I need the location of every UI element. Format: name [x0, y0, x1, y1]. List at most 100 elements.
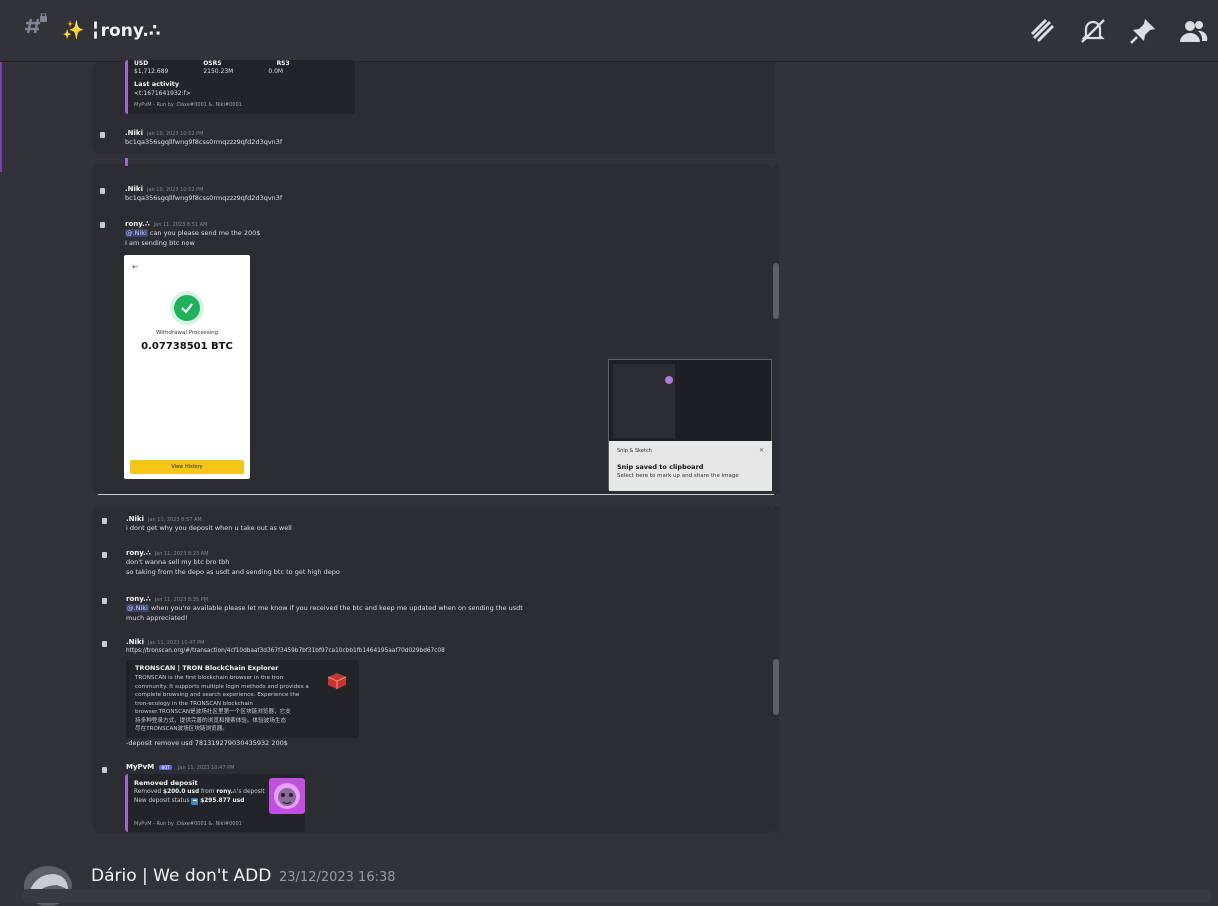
message-text: much appreciated!: [126, 614, 188, 622]
message-text: bc1qa356sgqllfwng9f8css0rmqzzz9qfd2d3qvn…: [125, 194, 283, 202]
snip-toast[interactable]: Snip & Sketch ✕ Snip saved to clipboard …: [609, 441, 772, 491]
message-input-bar[interactable]: [22, 889, 1212, 903]
back-arrow-icon: ←: [132, 263, 138, 271]
message-text: @.Niki when you're available please let …: [126, 604, 523, 612]
scrollbar-thumb[interactable]: [773, 263, 779, 319]
embed-desc-line: tron-ecology in the TRONSCAN blockchain: [135, 700, 253, 707]
bot-thumbnail-icon: [269, 778, 305, 814]
message: rony.∴ Jan 11, 2023 8:35 PM @.Niki when y…: [126, 595, 523, 623]
last-activity-value: <t:1671641932:f>: [134, 90, 191, 97]
stat-label-rs3: RS3: [276, 60, 290, 67]
snip-thumbnail: [613, 364, 675, 438]
snip-subtitle: Select here to mark up and share the ima…: [617, 473, 739, 479]
embed-desc-line: TRONSCAN is the first blockchain browser…: [135, 675, 284, 681]
stat-value-osrs: 2150.23M: [203, 68, 234, 75]
embed-edge: [125, 158, 355, 166]
message-text: i dont get why you deposit when u take o…: [126, 524, 292, 532]
threads-icon[interactable]: [1028, 16, 1058, 46]
embed-desc-line: 持多种登录方式，提供完善的浏览和搜索体验。体验波场生态: [135, 717, 287, 724]
author-name[interactable]: rony.∴: [126, 549, 151, 557]
embed-footer: MyPvM - Run by :Dáxe#0001 &. Niki#0001: [134, 821, 242, 827]
message: MyPvM BOT Jan 11, 2023 10:47 PM: [126, 763, 234, 771]
link-embed: TRONSCAN | TRON BlockChain Explorer TRON…: [126, 660, 359, 738]
tronscan-link[interactable]: https://tronscan.org/#/transaction/4cf10…: [126, 646, 445, 656]
embed-title[interactable]: TRONSCAN | TRON BlockChain Explorer: [135, 664, 278, 672]
user-mention[interactable]: @.Niki: [125, 229, 148, 237]
scrollbar-thumb[interactable]: [773, 659, 779, 715]
message: .Niki Jan 10, 2023 10:52 PM bc1qa356sgqll…: [125, 185, 282, 203]
close-icon[interactable]: ✕: [759, 447, 764, 454]
message: rony.∴ Jan 11, 2023 8:51 AM @.Niki can yo…: [125, 220, 260, 248]
withdrawal-status: Withdrawal Processing: [155, 330, 219, 336]
pin-icon[interactable]: [1128, 16, 1158, 46]
stat-label-osrs: OSRS: [203, 60, 222, 67]
message: .Niki Jan 10, 2023 10:52 PM bc1qa356sgqll…: [125, 129, 282, 147]
author-name[interactable]: .Niki: [126, 638, 144, 646]
last-activity-label: Last activity: [134, 80, 180, 88]
message-text: I am sending btc now: [125, 239, 195, 247]
message-text: don't wanna sell my btc bro tbh: [126, 558, 230, 566]
screenshot-panel-2: .Niki Jan 10, 2023 10:52 PM bc1qa356sgqll…: [92, 158, 779, 494]
screenshot-panel-3: .Niki Jan 11, 2023 8:57 AM i dont get why…: [92, 506, 779, 833]
embed-line: Removed $200.0 usd from rony.∴'s deposit: [134, 789, 265, 795]
message-timestamp: 23/12/2023 16:38: [279, 870, 396, 885]
avatar: [102, 767, 107, 773]
snip-title: Snip saved to clipboard: [617, 463, 704, 471]
message-text: -deposit remove usd 781319279030435932 2…: [126, 739, 288, 747]
scrollbar[interactable]: [773, 164, 779, 494]
author-name[interactable]: rony.∴: [125, 220, 150, 228]
user-mention[interactable]: @.Niki: [126, 604, 149, 612]
withdrawal-amount: 0.07738501 BTC: [141, 341, 233, 352]
snip-app-name: Snip & Sketch: [617, 448, 652, 454]
mute-icon[interactable]: [1078, 16, 1108, 46]
message: rony.∴ Jan 11, 2023 8:23 AM don't wanna s…: [126, 549, 340, 577]
members-icon[interactable]: [1178, 16, 1208, 46]
author-name[interactable]: .Niki: [125, 185, 143, 193]
embed-desc-line: 尽在TRONSCAN波场区块链浏览器。: [135, 726, 228, 732]
author-name[interactable]: MyPvM: [126, 763, 154, 771]
message-text: @.Niki can you please send me the 200$: [125, 229, 261, 237]
author-name[interactable]: .Niki: [126, 515, 144, 523]
message-text: so taking from the depo as usdt and send…: [126, 568, 340, 576]
unread-indicator: [0, 62, 2, 172]
avatar: [102, 641, 107, 647]
bot-badge: BOT: [159, 765, 172, 770]
author-name[interactable]: .Niki: [125, 129, 143, 137]
stat-value-usd: $1,712.689: [134, 68, 169, 75]
header-toolbar: [1028, 16, 1208, 46]
tronscan-logo-icon: [326, 672, 348, 694]
message-text: bc1qa356sgqllfwng9f8css0rmqzzz9qfd2d3qvn…: [125, 138, 283, 146]
avatar: [102, 598, 107, 604]
message-author[interactable]: Dário | We don't ADD: [91, 866, 271, 886]
embed-line: New deposit status ➡ $295.877 usd: [134, 798, 245, 805]
scrollbar[interactable]: [769, 62, 775, 154]
stat-value-rs3: 0.0M: [268, 68, 284, 75]
message-time: Jan 11, 2023 10:47 PM: [177, 765, 235, 771]
embed-footer: MyPvM - Run by :Dáxe#0001 &. Niki#0001: [134, 102, 242, 108]
embed-title: Removed deposit: [134, 779, 198, 787]
text-channel-locked-icon: [22, 11, 52, 48]
message: .Niki Jan 11, 2023 8:57 AM i dont get why…: [126, 515, 292, 533]
stat-label-usd: USD: [134, 60, 149, 67]
arrow-right-icon: ➡: [191, 798, 199, 805]
embed-desc-line: browser.TRONSCAN是波场社区里第一个区块链浏览器，它支: [135, 709, 291, 715]
divider: [98, 494, 774, 495]
message: -deposit remove usd 781319279030435932 2…: [126, 738, 288, 748]
snip-notification[interactable]: Snip & Sketch ✕ Snip saved to clipboard …: [608, 359, 772, 491]
screenshot-panel-1: USD OSRS RS3 $1,712.689 2150.23M 0.0M La…: [92, 60, 775, 154]
avatar: [100, 222, 105, 228]
avatar: [102, 518, 107, 524]
stats-embed: USD OSRS RS3 $1,712.689 2150.23M 0.0M La…: [125, 60, 355, 114]
channel-title: ╏rony.∴: [90, 20, 161, 41]
avatar: [665, 376, 673, 384]
avatar: [100, 132, 105, 138]
view-history-button[interactable]: View History: [130, 460, 244, 474]
embed-desc-line: complete browsing and search experience.…: [135, 692, 300, 698]
bot-embed: Removed deposit Removed $200.0 usd from …: [125, 774, 305, 832]
avatar: [100, 188, 105, 194]
avatar: [102, 552, 107, 558]
withdrawal-screenshot[interactable]: ← Withdrawal Processing 0.07738501 BTC V…: [124, 255, 250, 479]
message: .Niki Jan 11, 2023 10:47 PM https://trons…: [126, 638, 445, 656]
author-name[interactable]: rony.∴: [126, 595, 151, 603]
channel-emoji: ✨: [62, 20, 85, 41]
